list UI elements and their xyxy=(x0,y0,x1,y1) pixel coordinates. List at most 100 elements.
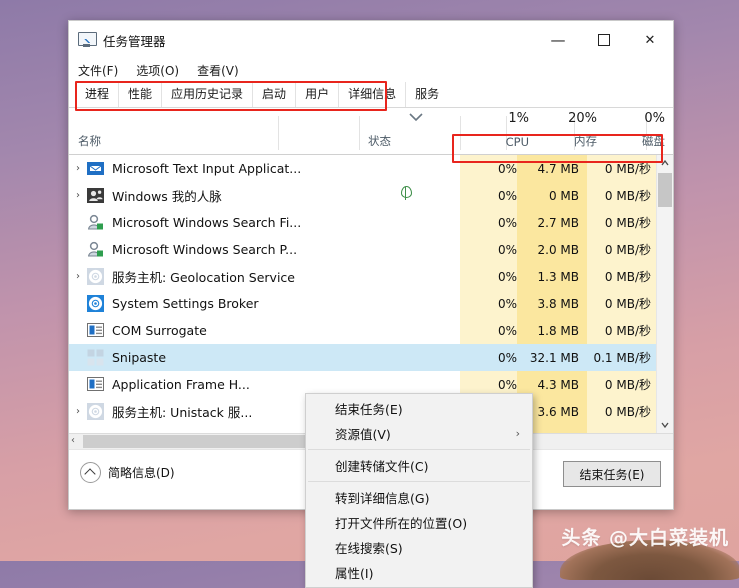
disk-cell: 0 MB/秒 xyxy=(604,270,651,284)
expand-chevron-icon[interactable]: › xyxy=(69,163,87,174)
table-row[interactable]: Microsoft Windows Search P... 0% 2.0 MB 0 M… xyxy=(69,236,673,263)
fewer-details-button[interactable]: 简略信息(D) xyxy=(80,462,175,483)
column-header-name[interactable]: 名称 xyxy=(78,133,101,149)
context-menu-item-label: 打开文件所在的位置(O) xyxy=(335,516,468,531)
vertical-scrollbar-thumb[interactable] xyxy=(658,173,672,207)
tab-services[interactable]: 服务 xyxy=(406,82,448,107)
tab-users[interactable]: 用户 xyxy=(296,82,340,107)
memory-total-pct: 20% xyxy=(568,111,597,126)
context-menu-item[interactable]: 结束任务(E) xyxy=(306,396,532,421)
gear-blue-icon xyxy=(87,295,104,312)
table-row[interactable]: Microsoft Windows Search Fi... 0% 2.7 MB 0 … xyxy=(69,209,673,236)
cpu-cell: 0% xyxy=(497,188,517,203)
tab-strip: 进程 性能 应用历史记录 启动 用户 详细信息 服务 xyxy=(69,81,673,108)
vertical-scrollbar[interactable] xyxy=(656,155,673,433)
context-menu-item-label: 创建转储文件(C) xyxy=(335,459,429,474)
maximize-button[interactable] xyxy=(581,21,627,59)
cpu-cell: 0% xyxy=(497,296,517,311)
context-menu-item-label: 转到详细信息(G) xyxy=(335,491,430,506)
context-menu-item-label: 资源值(V) xyxy=(335,427,391,442)
disk-cell: 0 MB/秒 xyxy=(604,189,651,203)
context-menu-item[interactable]: 属性(I) xyxy=(306,560,532,585)
scroll-up-icon[interactable] xyxy=(657,155,673,171)
memory-cell: 2.0 MB xyxy=(537,242,579,257)
gear-gray-icon xyxy=(87,268,104,285)
tab-startup[interactable]: 启动 xyxy=(253,82,297,107)
disk-cell: 0 MB/秒 xyxy=(604,378,651,392)
minimize-button[interactable]: — xyxy=(535,21,581,59)
table-row[interactable]: Snipaste 0% 32.1 MB 0.1 MB/秒 xyxy=(69,344,673,371)
process-name: Snipaste xyxy=(112,350,167,365)
disk-cell: 0 MB/秒 xyxy=(604,162,651,176)
tab-processes[interactable]: 进程 xyxy=(76,82,120,107)
menu-options[interactable]: 选项(O) xyxy=(136,62,179,79)
scroll-down-icon[interactable] xyxy=(657,417,673,433)
close-button[interactable]: ✕ xyxy=(627,21,673,59)
process-name: Application Frame H... xyxy=(112,377,250,392)
expand-chevron-icon[interactable]: › xyxy=(69,271,87,282)
memory-cell: 4.3 MB xyxy=(537,377,579,392)
caption-buttons: — ✕ xyxy=(535,21,673,59)
context-menu-item-label: 属性(I) xyxy=(335,566,374,581)
chevron-up-circle-icon xyxy=(80,462,101,483)
column-header-disk[interactable]: 磁盘 xyxy=(603,133,665,149)
disk-cell: 0 MB/秒 xyxy=(604,243,651,257)
cpu-cell: 0% xyxy=(497,161,517,176)
gear-gray-icon xyxy=(87,403,104,420)
scroll-left-icon[interactable]: ‹ xyxy=(71,435,75,446)
context-menu-item[interactable]: 资源值(V) › xyxy=(306,421,532,446)
submenu-chevron-icon: › xyxy=(515,427,520,440)
expand-chevron-icon[interactable]: › xyxy=(69,190,87,201)
people-icon xyxy=(87,187,104,204)
user-service-icon xyxy=(87,241,104,258)
tab-app-history[interactable]: 应用历史记录 xyxy=(162,82,254,107)
context-menu-item[interactable]: 转到详细信息(G) xyxy=(306,485,532,510)
menu-file[interactable]: 文件(F) xyxy=(78,62,118,79)
cpu-cell: 0% xyxy=(497,215,517,230)
end-task-button[interactable]: 结束任务(E) xyxy=(563,461,661,487)
chevron-down-icon[interactable] xyxy=(409,113,423,122)
disk-cell: 0.1 MB/秒 xyxy=(593,351,651,365)
table-row[interactable]: COM Surrogate 0% 1.8 MB 0 MB/秒 xyxy=(69,317,673,344)
table-row[interactable]: › Windows 我的人脉 0% 0 MB 0 MB/秒 xyxy=(69,182,673,209)
status-cell xyxy=(350,186,460,205)
menu-view[interactable]: 查看(V) xyxy=(197,62,239,79)
cpu-cell: 0% xyxy=(497,350,517,365)
column-header-status[interactable]: 状态 xyxy=(368,133,391,149)
menu-bar: 文件(F) 选项(O) 查看(V) xyxy=(69,59,673,81)
column-header-row: 名称 状态 1% CPU 20% 内存 0% 磁盘 xyxy=(69,108,673,155)
column-header-memory[interactable]: 内存 xyxy=(535,133,597,149)
com-surrogate-icon xyxy=(87,376,104,393)
menu-separator xyxy=(308,449,530,450)
tab-performance[interactable]: 性能 xyxy=(119,82,163,107)
menu-separator xyxy=(308,481,530,482)
context-menu-item[interactable]: 打开文件所在的位置(O) xyxy=(306,510,532,535)
process-name: Microsoft Windows Search Fi... xyxy=(112,215,302,230)
table-row[interactable]: › Microsoft Text Input Applicat... 0% 4.7 M… xyxy=(69,155,673,182)
context-menu-item[interactable]: 在线搜索(S) xyxy=(306,535,532,560)
context-menu-item-label: 在线搜索(S) xyxy=(335,541,403,556)
context-menu-item[interactable]: 创建转储文件(C) xyxy=(306,453,532,478)
expand-chevron-icon[interactable]: › xyxy=(69,406,87,417)
column-header-cpu[interactable]: CPU xyxy=(467,135,529,149)
task-manager-window: 任务管理器 — ✕ 文件(F) 选项(O) 查看(V) 进程 性能 应用历史记录… xyxy=(68,20,674,588)
cpu-cell: 0% xyxy=(497,242,517,257)
table-row[interactable]: › 服务主机: Geolocation Service 0% 1.3 MB 0 MB/秒 xyxy=(69,263,673,290)
process-list[interactable]: › Microsoft Text Input Applicat... 0% 4.7 M… xyxy=(69,155,673,433)
process-name: Windows 我的人脉 xyxy=(112,189,222,204)
suspended-leaf-icon xyxy=(400,186,412,200)
memory-cell: 1.3 MB xyxy=(537,269,579,284)
process-name: System Settings Broker xyxy=(112,296,259,311)
process-context-menu[interactable]: 结束任务(E) 资源值(V) › 创建转储文件(C) 转到详细信息(G) 打开文件所在的位… xyxy=(305,393,533,588)
memory-cell: 32.1 MB xyxy=(529,350,579,365)
disk-cell: 0 MB/秒 xyxy=(604,297,651,311)
memory-cell: 4.7 MB xyxy=(537,161,579,176)
memory-cell: 2.7 MB xyxy=(537,215,579,230)
tab-details[interactable]: 详细信息 xyxy=(339,82,407,107)
com-surrogate-icon xyxy=(87,322,104,339)
table-row[interactable]: System Settings Broker 0% 3.8 MB 0 MB/秒 xyxy=(69,290,673,317)
process-name: 服务主机: Geolocation Service xyxy=(112,270,295,285)
disk-cell: 0 MB/秒 xyxy=(604,405,651,419)
fewer-details-label: 简略信息(D) xyxy=(108,466,175,480)
disk-cell: 0 MB/秒 xyxy=(604,216,651,230)
